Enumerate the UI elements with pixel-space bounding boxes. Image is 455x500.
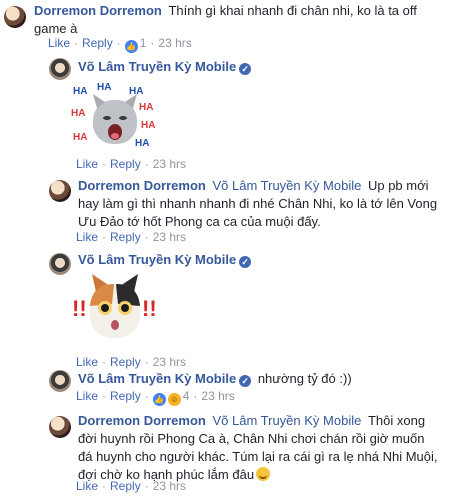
- shocked-cat-sticker: !! !!: [72, 270, 157, 346]
- reply-link[interactable]: Reply: [110, 389, 141, 403]
- comment-3: Dorremon Dorremon Võ Lâm Truyền Kỳ Mobil…: [0, 172, 455, 248]
- like-link[interactable]: Like: [76, 230, 98, 244]
- like-link[interactable]: Like: [76, 157, 98, 171]
- comment-text: nhường tỷ đó :)): [257, 371, 352, 386]
- verified-badge-icon: ✓: [239, 375, 252, 387]
- comment-body: Võ Lâm Truyền Kỳ Mobile ✓ nhường tỷ đó :)…: [78, 370, 352, 388]
- haha-reaction-icon[interactable]: ☺: [167, 393, 181, 406]
- laughing-cat-sticker: HA HA HA HA HA HA HA HA: [71, 80, 155, 150]
- comment-time[interactable]: 23 hrs: [201, 389, 234, 403]
- comment-author[interactable]: Võ Lâm Truyền Kỳ Mobile: [78, 59, 236, 74]
- comment-2: Võ Lâm Truyền Kỳ Mobile ✓ HA HA HA HA HA …: [0, 52, 455, 172]
- like-link[interactable]: Like: [76, 479, 98, 493]
- comment-4: Võ Lâm Truyền Kỳ Mobile ✓ !! !! Like · Repl…: [0, 248, 455, 369]
- svg-text:HA: HA: [129, 86, 143, 97]
- comment-time[interactable]: 23 hrs: [153, 479, 186, 493]
- svg-text:HA: HA: [135, 138, 149, 149]
- comment-time[interactable]: 23 hrs: [153, 157, 186, 171]
- avatar[interactable]: [49, 253, 71, 275]
- comment-actions: Like · Reply · 23 hrs: [76, 479, 187, 493]
- smiling-face-emoji-icon: [256, 467, 271, 481]
- comment-body: Dorremon Dorremon Võ Lâm Truyền Kỳ Mobil…: [78, 412, 440, 484]
- reply-link[interactable]: Reply: [110, 230, 141, 244]
- like-reaction-icon[interactable]: 👍: [152, 393, 166, 406]
- svg-text:HA: HA: [139, 102, 153, 113]
- comment-time[interactable]: 23 hrs: [158, 36, 191, 50]
- svg-text:!!: !!: [72, 296, 87, 321]
- svg-text:HA: HA: [71, 108, 85, 119]
- comment-author[interactable]: Dorremon Dorremon: [78, 178, 206, 193]
- comment-body: Dorremon Dorremon Võ Lâm Truyền Kỳ Mobil…: [78, 177, 440, 231]
- like-link[interactable]: Like: [76, 355, 98, 369]
- comment-body: Võ Lâm Truyền Kỳ Mobile ✓: [78, 251, 252, 269]
- reply-link[interactable]: Reply: [110, 479, 141, 493]
- reply-link[interactable]: Reply: [82, 36, 113, 50]
- comment-time[interactable]: 23 hrs: [153, 230, 186, 244]
- avatar[interactable]: [49, 180, 71, 202]
- svg-text:HA: HA: [97, 82, 111, 93]
- comment-author[interactable]: Võ Lâm Truyền Kỳ Mobile: [78, 371, 236, 386]
- reaction-count[interactable]: 4: [183, 389, 190, 403]
- svg-text:HA: HA: [73, 132, 87, 143]
- comment-actions: Like · Reply · 👍 1 · 23 hrs: [48, 36, 192, 53]
- comment-author[interactable]: Dorremon Dorremon: [34, 3, 162, 18]
- like-link[interactable]: Like: [48, 36, 70, 50]
- shocked-cat-sticker-icon: !! !!: [72, 274, 157, 338]
- comment-author[interactable]: Võ Lâm Truyền Kỳ Mobile: [78, 252, 236, 267]
- comment-mention[interactable]: Võ Lâm Truyền Kỳ Mobile: [212, 413, 361, 428]
- comment-author[interactable]: Dorremon Dorremon: [78, 413, 206, 428]
- comment-actions: Like · Reply · 👍 ☺ 4 · 23 hrs: [76, 389, 235, 406]
- comment-body: Dorremon Dorremon Thính gì khai nhanh đi…: [34, 2, 444, 38]
- comment-6: Dorremon Dorremon Võ Lâm Truyền Kỳ Mobil…: [0, 406, 455, 500]
- comment-1: Dorremon Dorremon Thính gì khai nhanh đi…: [0, 0, 455, 53]
- avatar[interactable]: [49, 416, 71, 438]
- verified-badge-icon: ✓: [239, 256, 252, 268]
- avatar[interactable]: [49, 58, 71, 80]
- laughing-cat-haha-sticker-icon: HA HA HA HA HA HA HA HA: [71, 82, 155, 149]
- avatar[interactable]: [4, 6, 26, 28]
- avatar[interactable]: [49, 370, 71, 392]
- comment-body: Võ Lâm Truyền Kỳ Mobile ✓: [78, 58, 252, 76]
- svg-text:!!: !!: [142, 296, 156, 321]
- comment-mention[interactable]: Võ Lâm Truyền Kỳ Mobile: [212, 178, 361, 193]
- verified-badge-icon: ✓: [239, 63, 252, 75]
- comment-actions: Like · Reply · 23 hrs: [76, 230, 187, 244]
- comment-time[interactable]: 23 hrs: [153, 355, 186, 369]
- svg-text:HA: HA: [73, 86, 87, 97]
- reply-link[interactable]: Reply: [110, 355, 141, 369]
- reply-link[interactable]: Reply: [110, 157, 141, 171]
- reaction-count[interactable]: 1: [140, 36, 147, 50]
- comment-actions: Like · Reply · 23 hrs: [76, 157, 187, 171]
- comment-5: Võ Lâm Truyền Kỳ Mobile ✓ nhường tỷ đó :)…: [0, 368, 455, 406]
- like-link[interactable]: Like: [76, 389, 98, 403]
- svg-text:HA: HA: [141, 120, 155, 131]
